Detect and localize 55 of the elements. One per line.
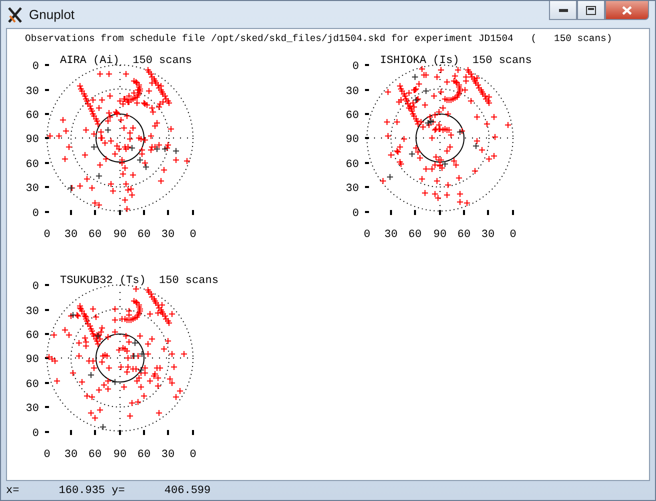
- axis-label: 90: [433, 229, 447, 241]
- minimize-icon: [558, 8, 568, 12]
- axis-label: 0: [510, 229, 516, 241]
- axis-label: 30: [346, 183, 359, 195]
- axis-label: 60: [88, 229, 102, 241]
- axis-label: 0: [190, 229, 196, 241]
- maximize-button[interactable]: [577, 1, 605, 20]
- x-logo-icon: [7, 6, 23, 22]
- axis-label: 60: [26, 330, 39, 342]
- axis-label: 60: [346, 110, 359, 122]
- axis-label: 90: [26, 134, 39, 146]
- axis-label: 30: [26, 306, 39, 318]
- axis-label: 60: [26, 110, 39, 122]
- axis-label: 60: [408, 229, 422, 241]
- axis-label: 90: [346, 134, 359, 146]
- axis-label: 30: [481, 229, 495, 241]
- axis-label: 60: [457, 229, 471, 241]
- axis-label: 90: [26, 354, 39, 366]
- plot-title: AIRA (Ai) 150 scans: [60, 55, 192, 67]
- axis-label: 0: [44, 449, 50, 461]
- axis-label: 60: [137, 229, 151, 241]
- axis-label: 30: [346, 86, 359, 98]
- axis-label: 0: [32, 281, 39, 293]
- axis-label: 0: [32, 428, 39, 440]
- axis-label: 30: [161, 229, 175, 241]
- axis-label: 30: [64, 449, 78, 461]
- axis-label: 30: [161, 449, 175, 461]
- axis-label: 90: [113, 449, 127, 461]
- plot-title: TSUKUB32 (Ts) 150 scans: [60, 275, 218, 287]
- axis-label: 0: [44, 229, 50, 241]
- axis-label: 60: [346, 159, 359, 171]
- axis-label: 60: [88, 449, 102, 461]
- maximize-icon: [586, 6, 596, 14]
- axis-label: 30: [26, 183, 39, 195]
- axis-label: 30: [384, 229, 398, 241]
- axis-label: 30: [64, 229, 78, 241]
- axis-label: 0: [352, 208, 359, 220]
- axis-label: 60: [26, 379, 39, 391]
- axis-label: 0: [364, 229, 370, 241]
- plot-title: ISHIOKA (Is) 150 scans: [380, 55, 532, 67]
- minimize-button[interactable]: [549, 1, 577, 20]
- axis-label: 0: [352, 61, 359, 73]
- cursor-coordinates: x= 160.935 y= 406.599: [6, 485, 211, 497]
- axis-label: 30: [26, 86, 39, 98]
- axis-label: 30: [26, 403, 39, 415]
- axis-label: 90: [113, 229, 127, 241]
- axis-label: 0: [32, 208, 39, 220]
- axis-label: 60: [137, 449, 151, 461]
- window-title: Gnuplot: [29, 7, 75, 22]
- axis-label: 60: [26, 159, 39, 171]
- close-button[interactable]: [605, 1, 649, 20]
- axis-label: 0: [32, 61, 39, 73]
- plot-header: Observations from schedule file /opt/sked/skd_files/jd1504.skd for experiment JD1504 ( 150 scans): [25, 32, 612, 45]
- axis-label: 0: [190, 449, 196, 461]
- close-icon: [622, 6, 632, 14]
